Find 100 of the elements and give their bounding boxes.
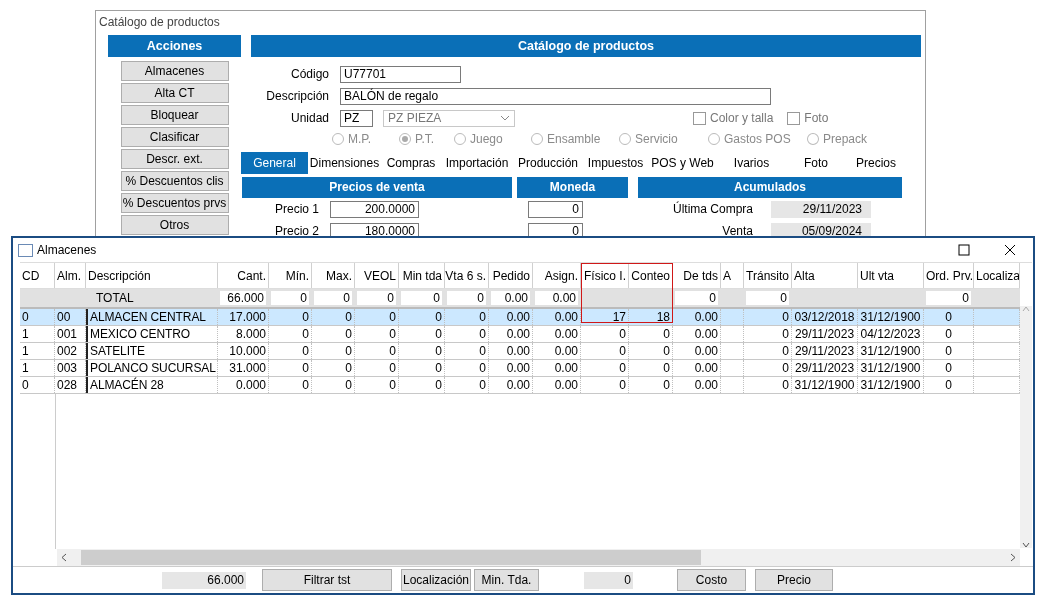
text-field[interactable]: BALÓN de regalo xyxy=(340,87,771,105)
table-cell: 31/12/1900 xyxy=(860,361,921,375)
radio-label: Servicio xyxy=(635,132,678,146)
table-cell: 0.00 xyxy=(506,310,530,324)
column-header[interactable]: VEOL xyxy=(364,268,396,283)
tab[interactable]: Ivarios xyxy=(717,152,786,174)
date-field: 29/11/2023 xyxy=(771,200,871,218)
column-header[interactable]: Alm. xyxy=(57,268,81,283)
dropdown[interactable]: PZ PIEZA xyxy=(383,109,515,127)
table-cell: 17 xyxy=(612,310,626,324)
table-cell: 0 xyxy=(663,344,670,358)
column-header[interactable]: Max. xyxy=(326,268,352,283)
table-row[interactable]: 0 028 ALMACÉN 28 0.000 0 0 0 0 0 0.00 0.00 0 0 0.00 0 31/12/1900 31/12/1900 0 xyxy=(20,377,1020,394)
tab[interactable]: Compras xyxy=(381,152,441,174)
table-row[interactable]: 0 00 ALMACEN CENTRAL 17.000 0 0 0 0 0 0.00 0.00 17 18 0.00 0 03/12/2018 31/12/1900 0 xyxy=(20,309,1020,326)
text-field[interactable]: PZ xyxy=(340,109,373,127)
table-cell: 31.000 xyxy=(229,361,266,375)
tab[interactable]: Foto xyxy=(786,152,846,174)
table-cell: 29/11/2023 xyxy=(794,327,855,341)
action-button[interactable]: % Descuentos prvs xyxy=(120,193,229,213)
table-cell: 001 xyxy=(57,327,78,341)
scroll-up-icon[interactable] xyxy=(1022,306,1030,312)
radio-label: Prepack xyxy=(822,132,867,146)
column-header[interactable]: Conteo xyxy=(631,268,670,283)
table-cell: 0 xyxy=(302,310,309,324)
column-header[interactable]: Alta xyxy=(794,268,815,283)
scroll-right-icon[interactable] xyxy=(1010,553,1016,562)
checkbox[interactable] xyxy=(693,111,706,125)
price-field[interactable]: 200.0000 xyxy=(330,200,419,218)
tab[interactable]: General xyxy=(241,152,308,174)
table-cell: 0 xyxy=(435,344,442,358)
window-icon xyxy=(18,243,33,257)
footer-button[interactable]: Costo xyxy=(677,569,746,591)
action-button[interactable]: Bloquear xyxy=(120,105,229,125)
table-row[interactable]: 1 003 POLANCO SUCURSAL 31.000 0 0 0 0 0 0.00 0.00 0 0 0.00 0 29/11/2023 31/12/1900 0 xyxy=(20,360,1020,377)
table-cell: 1 xyxy=(22,327,29,341)
scroll-left-icon[interactable] xyxy=(61,553,67,562)
table-cell: ALMACEN CENTRAL xyxy=(90,310,206,324)
footer-button[interactable]: Localización xyxy=(401,569,471,591)
table-row[interactable]: 1 002 SATELITE 10.000 0 0 0 0 0 0.00 0.00 0 0 0.00 0 29/11/2023 31/12/1900 0 xyxy=(20,343,1020,360)
table-cell: 0 xyxy=(479,378,486,392)
footer-button[interactable]: Filtrar tst xyxy=(262,569,392,591)
table-cell: 0 xyxy=(619,361,626,375)
table-row[interactable]: 1 001 MEXICO CENTRO 8.000 0 0 0 0 0 0.00 0.00 0 0 0.00 0 29/11/2023 04/12/2023 0 xyxy=(20,326,1020,343)
scroll-down-icon[interactable] xyxy=(1022,542,1030,548)
window-title: Catálogo de productos xyxy=(98,14,220,31)
table-cell: 0 xyxy=(945,361,952,375)
tab[interactable]: Impuestos xyxy=(583,152,648,174)
checkbox[interactable] xyxy=(787,111,801,125)
table-cell: 0 xyxy=(782,327,789,341)
column-header[interactable]: Cant. xyxy=(237,268,266,283)
table-cell: 04/12/2023 xyxy=(860,327,921,341)
column-header[interactable]: Pedido xyxy=(492,268,530,283)
column-header[interactable]: De tds xyxy=(683,268,718,283)
section-header: Precios de venta xyxy=(242,177,512,198)
close-icon[interactable] xyxy=(1004,244,1016,256)
action-button[interactable]: Clasificar xyxy=(120,127,229,147)
table-cell: SATELITE xyxy=(90,344,145,358)
table-cell: 0.000 xyxy=(235,378,266,392)
table-cell: 0.00 xyxy=(554,344,578,358)
column-header[interactable]: Vta 6 s. xyxy=(445,268,486,283)
column-header[interactable]: Tránsito xyxy=(746,268,789,283)
caret-icon xyxy=(500,115,510,121)
table-cell: 0 xyxy=(619,327,626,341)
column-header[interactable]: Físico I. xyxy=(584,268,626,283)
table-cell: 0.00 xyxy=(694,378,718,392)
total-field: 0 xyxy=(926,291,971,305)
column-header[interactable]: CD xyxy=(22,268,40,283)
footer-button[interactable]: Precio xyxy=(755,569,833,591)
table-cell: 0 xyxy=(479,310,486,324)
footer-button[interactable]: Min. Tda. xyxy=(474,569,539,591)
column-header[interactable]: Min tda xyxy=(402,268,442,283)
action-button[interactable]: % Descuentos clis xyxy=(120,171,229,191)
action-button[interactable]: Almacenes xyxy=(120,61,229,81)
table-cell: 0 xyxy=(663,361,670,375)
total-field: 0 xyxy=(357,291,396,305)
tab[interactable]: POS y Web xyxy=(648,152,717,174)
column-header[interactable]: Asign. xyxy=(544,268,578,283)
scrollbar-thumb[interactable] xyxy=(81,550,701,565)
column-header[interactable]: Ord. Prv. xyxy=(926,268,973,283)
total-readout: 66.000 xyxy=(162,571,246,589)
currency-field[interactable]: 0 xyxy=(528,200,583,218)
tab[interactable]: Precios xyxy=(846,152,906,174)
table-cell: 0 xyxy=(345,327,352,341)
text-field[interactable]: U77701 xyxy=(340,65,461,83)
maximize-icon[interactable] xyxy=(958,244,970,256)
table-cell: 0.00 xyxy=(554,378,578,392)
table-cell: 17.000 xyxy=(229,310,266,324)
field-label: Descripción xyxy=(265,89,329,103)
tab[interactable]: Dimensiones xyxy=(308,152,381,174)
table-cell: 0 xyxy=(479,327,486,341)
tab[interactable]: Producción xyxy=(513,152,583,174)
column-header[interactable]: Mín. xyxy=(285,268,309,283)
tab[interactable]: Importación xyxy=(441,152,513,174)
column-header[interactable]: Ult vta xyxy=(860,268,894,283)
column-header[interactable]: A xyxy=(723,268,731,283)
column-header[interactable]: Descripción xyxy=(88,268,151,283)
action-button[interactable]: Descr. ext. xyxy=(120,149,229,169)
action-button[interactable]: Otros xyxy=(120,215,229,235)
action-button[interactable]: Alta CT xyxy=(120,83,229,103)
